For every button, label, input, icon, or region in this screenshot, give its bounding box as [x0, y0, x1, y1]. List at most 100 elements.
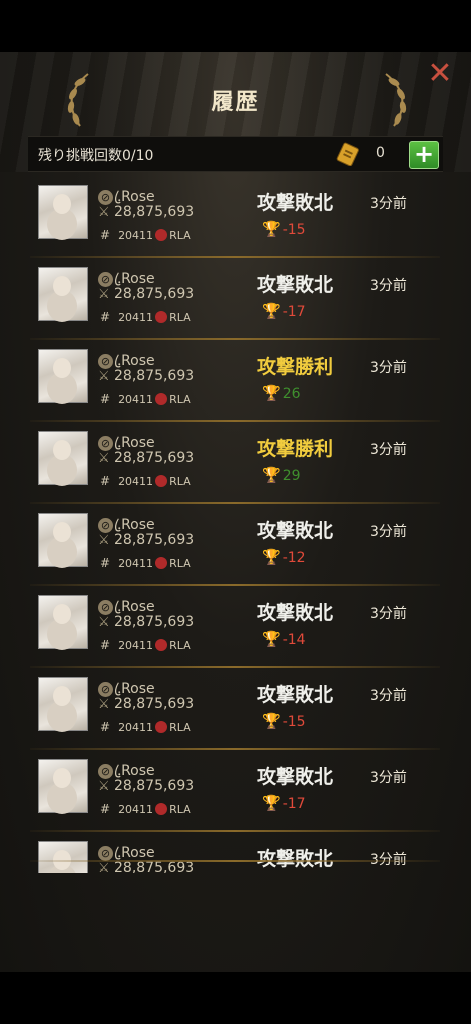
avatar[interactable]	[38, 185, 88, 239]
avatar[interactable]	[38, 513, 88, 567]
guild-emblem-icon	[155, 475, 168, 487]
battle-result: 攻撃勝利	[256, 356, 333, 378]
history-row[interactable]: ⊘ .ꦿRose ⚔ 28,875,693 #20411 RLA 攻撃勝利 🏆 29 3…	[30, 422, 440, 504]
hash-icon: #	[100, 556, 111, 570]
trophy-score: 🏆 -15	[262, 220, 306, 238]
battle-result: 攻撃敗北	[256, 848, 333, 870]
power-line: ⚔ 28,875,693	[98, 778, 194, 794]
avatar[interactable]	[38, 349, 88, 403]
rank-icon: ⊘	[98, 436, 113, 451]
history-panel: 履歴 ✕ 残り挑戦回数0/10 0 + ⊘ .ꦿRose ⚔ 28,875,693 …	[0, 52, 471, 972]
swords-icon: ⚔	[98, 615, 110, 630]
history-row[interactable]: ⊘ .ꦿRose ⚔ 28,875,693 #20411 RLA 攻撃敗北 🏆 -12 …	[30, 504, 440, 586]
hash-icon: #	[100, 392, 111, 406]
add-ticket-button[interactable]: +	[409, 141, 439, 169]
battle-result: 攻撃敗北	[256, 520, 333, 542]
player-power: 28,875,693	[114, 614, 195, 630]
history-row[interactable]: ⊘.ꦿRose ⚔28,875,693 # 攻撃敗北 🏆 3分前	[30, 832, 440, 873]
hash-icon: #	[100, 310, 111, 324]
history-row[interactable]: ⊘ .ꦿRose ⚔ 28,875,693 #20411 RLA 攻撃敗北 🏆 -17 …	[30, 258, 440, 340]
guild-emblem-icon	[155, 557, 168, 569]
avatar[interactable]	[38, 677, 88, 731]
trophy-icon: 🏆	[262, 548, 281, 566]
guild-id: 20411	[118, 229, 154, 242]
time-ago: 3分前	[370, 442, 407, 458]
rank-icon: ⊘	[98, 764, 113, 779]
swords-icon: ⚔	[98, 205, 110, 220]
score-value: 26	[282, 386, 301, 402]
guild-tag: RLA	[169, 393, 191, 406]
history-row[interactable]: ⊘ .ꦿRose ⚔ 28,875,693 #20411 RLA 攻撃敗北 🏆 -15 …	[30, 668, 440, 750]
player-name: .ꦿRose	[114, 845, 155, 861]
hash-icon: #	[100, 720, 111, 734]
page-title: 履歴	[211, 90, 260, 115]
time-ago: 3分前	[370, 524, 407, 540]
hash-icon: #	[100, 228, 111, 242]
rank-icon: ⊘	[98, 190, 113, 205]
trophy-icon: 🏆	[262, 794, 281, 812]
guild-tag: RLA	[169, 639, 191, 652]
rank-icon: ⊘	[98, 354, 113, 369]
guild-id: 20411	[118, 803, 154, 816]
info-bar: 残り挑戦回数0/10 0 +	[28, 136, 443, 172]
avatar[interactable]	[38, 841, 88, 873]
swords-icon: ⚔	[98, 451, 110, 466]
avatar[interactable]	[38, 267, 88, 321]
player-power: 28,875,693	[114, 860, 195, 873]
time-ago: 3分前	[370, 852, 407, 868]
avatar[interactable]	[38, 595, 88, 649]
guild-id: 20411	[118, 721, 154, 734]
history-row[interactable]: ⊘ .ꦿRose ⚔ 28,875,693 #20411 RLA 攻撃敗北 🏆 -15 …	[30, 176, 440, 258]
battle-result: 攻撃勝利	[256, 438, 333, 460]
power-line: ⚔ 28,875,693	[98, 204, 194, 220]
power-line: ⚔ 28,875,693	[98, 860, 194, 873]
battle-result: 攻撃敗北	[256, 274, 333, 296]
swords-icon: ⚔	[98, 287, 110, 302]
trophy-score: 🏆 26	[262, 384, 301, 402]
history-row[interactable]: ⊘ .ꦿRose ⚔ 28,875,693 #20411 RLA 攻撃勝利 🏆 26 3…	[30, 340, 440, 422]
guild-line: #20411 RLA	[100, 720, 191, 734]
player-power: 28,875,693	[114, 532, 195, 548]
guild-line: #20411 RLA	[100, 310, 191, 324]
swords-icon: ⚔	[98, 861, 110, 873]
player-power: 28,875,693	[114, 778, 195, 794]
close-icon[interactable]: ✕	[427, 56, 452, 91]
guild-line: #20411 RLA	[100, 802, 191, 816]
score-value: -15	[282, 222, 306, 238]
history-row[interactable]: ⊘ .ꦿRose ⚔ 28,875,693 #20411 RLA 攻撃敗北 🏆 -14 …	[30, 586, 440, 668]
player-name: .ꦿRose	[114, 189, 155, 205]
time-ago: 3分前	[370, 770, 407, 786]
player-name: .ꦿRose	[114, 517, 155, 533]
history-row[interactable]: ⊘ .ꦿRose ⚔ 28,875,693 #20411 RLA 攻撃敗北 🏆 -17 …	[30, 750, 440, 832]
guild-tag: RLA	[169, 721, 191, 734]
swords-icon: ⚔	[98, 779, 110, 794]
ticket-count: 0	[376, 145, 385, 161]
rank-icon: ⊘	[98, 846, 113, 861]
trophy-icon: 🏆	[262, 630, 281, 648]
power-line: ⚔ 28,875,693	[98, 614, 194, 630]
score-value: -17	[282, 796, 306, 812]
player-power: 28,875,693	[114, 696, 195, 712]
battle-result: 攻撃敗北	[256, 684, 333, 706]
guild-line: #20411 RLA	[100, 638, 191, 652]
guild-tag: RLA	[169, 311, 191, 324]
player-name: .ꦿRose	[114, 599, 155, 615]
guild-line: #20411 RLA	[100, 474, 191, 488]
power-line: ⚔ 28,875,693	[98, 368, 194, 384]
player-name: .ꦿRose	[114, 681, 155, 697]
hash-icon: #	[100, 474, 111, 488]
avatar[interactable]	[38, 759, 88, 813]
history-list[interactable]: ⊘ .ꦿRose ⚔ 28,875,693 #20411 RLA 攻撃敗北 🏆 -15 …	[30, 176, 440, 873]
score-value: -14	[282, 632, 306, 648]
close-button[interactable]: ✕	[424, 58, 456, 90]
guild-tag: RLA	[169, 475, 191, 488]
trophy-score: 🏆 29	[262, 466, 301, 484]
guild-id: 20411	[118, 393, 154, 406]
battle-result: 攻撃敗北	[256, 766, 333, 788]
power-line: ⚔ 28,875,693	[98, 450, 194, 466]
avatar[interactable]	[38, 431, 88, 485]
guild-tag: RLA	[169, 229, 191, 242]
rank-icon: ⊘	[98, 600, 113, 615]
trophy-score: 🏆 -17	[262, 302, 306, 320]
swords-icon: ⚔	[98, 697, 110, 712]
